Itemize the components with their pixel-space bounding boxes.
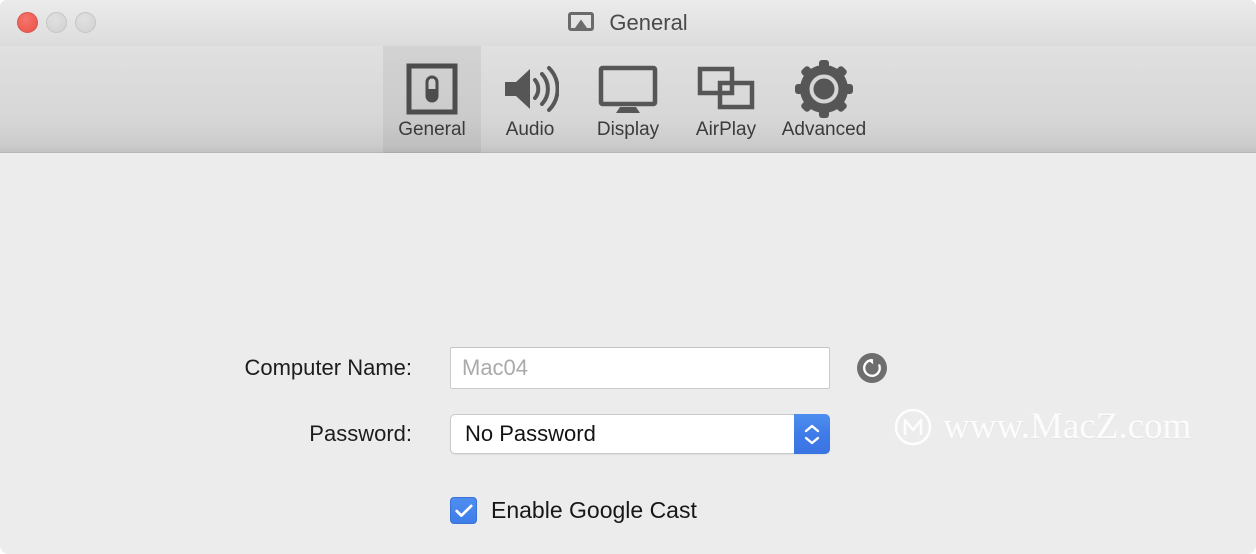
toolbar-tabs: General Audio Display AirPlay Advanced	[383, 46, 873, 153]
tab-display[interactable]: Display	[579, 46, 677, 153]
watermark-text: www.MacZ.com	[943, 406, 1192, 447]
tab-audio-label: Audio	[505, 119, 555, 140]
airplay-screens-icon	[697, 58, 755, 120]
airplay-icon	[568, 12, 595, 41]
tab-display-label: Display	[596, 119, 660, 140]
tab-airplay[interactable]: AirPlay	[677, 46, 775, 153]
circled-m-logo	[893, 407, 933, 447]
window-titlebar: General	[0, 0, 1256, 46]
tab-general[interactable]: General	[383, 46, 481, 153]
preferences-toolbar: General Audio Display AirPlay Advanced	[0, 46, 1256, 153]
speaker-icon	[501, 58, 559, 120]
enable-google-cast-label: Enable Google Cast	[491, 497, 697, 523]
password-popup-button[interactable]: No Password	[450, 414, 830, 454]
checkmark-icon	[454, 504, 473, 517]
password-popup-value: No Password	[465, 421, 596, 446]
enable-google-cast-row[interactable]: Enable Google Cast	[450, 497, 697, 524]
computer-name-label: Computer Name:	[244, 355, 412, 380]
general-toggle-icon	[404, 58, 460, 120]
monitor-icon	[598, 58, 658, 120]
chevron-up-down-icon[interactable]	[794, 414, 830, 454]
watermark: www.MacZ.com	[893, 405, 1191, 448]
tab-general-label: General	[398, 119, 466, 140]
tab-airplay-label: AirPlay	[695, 119, 757, 140]
window-title: General	[0, 9, 1256, 41]
computer-name-input[interactable]	[450, 347, 830, 389]
tab-advanced[interactable]: Advanced	[775, 46, 873, 153]
tab-advanced-label: Advanced	[781, 119, 867, 140]
gear-icon	[795, 58, 853, 120]
tab-audio[interactable]: Audio	[481, 46, 579, 153]
enable-google-cast-checkbox[interactable]	[450, 497, 477, 524]
window-title-text: General	[609, 10, 688, 35]
refresh-icon[interactable]	[857, 353, 887, 383]
preferences-window: General General Audio Display AirPlay Ad…	[0, 0, 1256, 554]
password-label: Password:	[309, 421, 412, 446]
preferences-content: www.MacZ.com Computer Name: Password: No…	[0, 153, 1256, 554]
